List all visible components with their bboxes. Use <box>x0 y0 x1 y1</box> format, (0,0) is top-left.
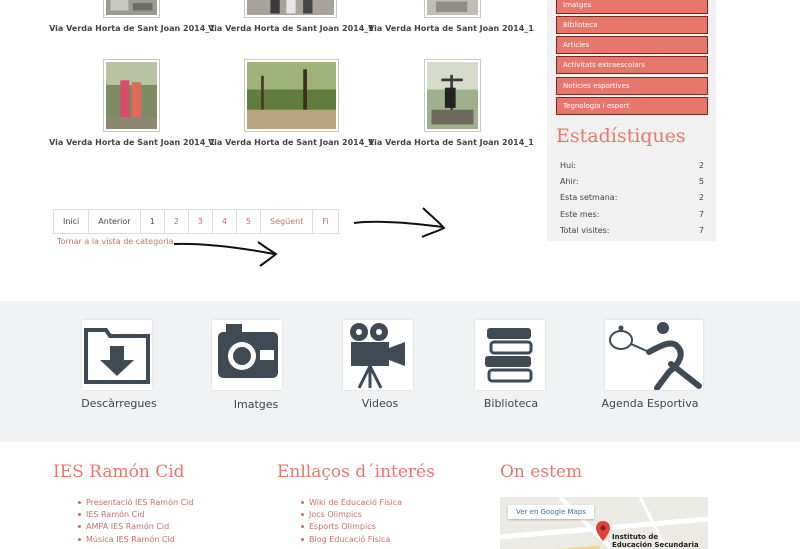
sidebar-item-tegnologia[interactable]: Tegnologia i esport <box>556 97 708 115</box>
sidebar-item-imatges[interactable]: Imatges <box>556 0 708 14</box>
camera-icon[interactable] <box>212 320 282 390</box>
gallery-caption: Via Verda Horta de Sant Joan 2014_1 <box>208 24 374 33</box>
pagination-previous[interactable]: Anterior <box>89 210 141 233</box>
gallery-thumb[interactable] <box>103 59 160 132</box>
footer-title-links: Enllaços d´interés <box>277 462 435 482</box>
arrow-annotation-icon <box>173 241 278 267</box>
sidebar-item-noticies[interactable]: Noticies esportives <box>556 77 708 95</box>
stat-row: Este mes: 7 <box>560 210 704 219</box>
gallery-thumb[interactable] <box>244 59 339 132</box>
feature-label-videos[interactable]: Videos <box>310 397 450 410</box>
gallery-caption: Via Verda Horta de Sant Joan 2014_1 <box>208 138 374 147</box>
photo-image <box>247 0 334 15</box>
gallery-thumb[interactable] <box>424 0 481 18</box>
feature-label-images[interactable]: Imatges <box>186 398 326 411</box>
photo-image <box>427 62 478 129</box>
pagination-page-2[interactable]: 2 <box>165 210 189 233</box>
footer-title-school: IES Ramón Cid <box>53 462 185 482</box>
film-projector-icon[interactable] <box>343 320 413 390</box>
footer-links-school: Presentació IES Ramón Cid IES Ramón Cid … <box>76 497 193 546</box>
pagination: Inici Anterior 1 2 3 4 5 Següent Fi <box>53 209 339 234</box>
footer-links-interest: Wiki de Educació Física Jocs Olimpics Es… <box>299 497 402 546</box>
footer-link[interactable]: Jocs Olimpics <box>299 509 402 521</box>
footer-link[interactable]: AMPA IES Ramón Cid <box>76 521 193 533</box>
stat-label: Esta setmana: <box>560 193 618 202</box>
map-place-label: Instituto de Educación Secundaria <box>612 533 699 549</box>
pagination-page-3[interactable]: 3 <box>189 210 213 233</box>
books-icon[interactable] <box>475 320 545 390</box>
feature-label-downloads[interactable]: Descàrregues <box>49 397 189 410</box>
location-map[interactable]: Ver en Google Maps Instituto de Educació… <box>500 497 708 549</box>
footer-title-location: On estem <box>500 462 583 482</box>
tennis-player-icon[interactable] <box>605 320 703 390</box>
stat-value: 2 <box>698 193 704 202</box>
photo-image <box>247 62 336 129</box>
pagination-page-4[interactable]: 4 <box>213 210 237 233</box>
feature-label-library[interactable]: Biblioteca <box>441 397 581 410</box>
pagination-page-1[interactable]: 1 <box>141 210 165 233</box>
view-google-maps-button[interactable]: Ver en Google Maps <box>508 505 594 519</box>
stat-value: 7 <box>698 210 704 219</box>
back-to-category-link[interactable]: Tornar a la vista de categoria <box>57 237 173 246</box>
gallery-caption: Via Verda Horta de Sant Joan 2014_1 <box>368 138 534 147</box>
stats-title: Estadístiques <box>556 125 686 147</box>
stat-label: Ahir: <box>560 177 579 186</box>
sidebar-item-articles[interactable]: Articles <box>556 36 708 54</box>
stat-value: 5 <box>698 177 704 186</box>
footer-link[interactable]: Presentació IES Ramón Cid <box>76 497 193 509</box>
pagination-next[interactable]: Següent <box>261 210 314 233</box>
gallery-thumb[interactable] <box>103 0 160 18</box>
feature-label-sports-agenda[interactable]: Agenda Esportiva <box>580 397 720 410</box>
stat-label: Hui: <box>560 161 577 170</box>
gallery-thumb[interactable] <box>244 0 337 18</box>
sidebar-item-activitats[interactable]: Activitats extraescolars <box>556 56 708 74</box>
stat-value: 2 <box>698 161 704 170</box>
stat-label: Total visites: <box>560 226 610 235</box>
footer-link[interactable]: Wiki de Educació Física <box>299 497 402 509</box>
gallery-thumb[interactable] <box>424 59 481 132</box>
page: Via Verda Horta de Sant Joan 2014_1 Via … <box>0 0 800 549</box>
gallery-caption: Via Verda Horta de Sant Joan 2014_1 <box>49 138 215 147</box>
map-pin-icon <box>596 521 610 541</box>
stat-value: 7 <box>698 226 704 235</box>
gallery-caption: Via Verda Horta de Sant Joan 2014_1 <box>368 24 534 33</box>
footer-link[interactable]: Blog Educació Física <box>299 534 402 546</box>
footer-link[interactable]: IES Ramón Cid <box>76 509 193 521</box>
stat-row: Hui: 2 <box>560 161 704 170</box>
pagination-first[interactable]: Inici <box>54 210 90 233</box>
stat-row: Esta setmana: 2 <box>560 193 704 202</box>
photo-image <box>106 0 157 15</box>
stat-row: Ahir: 5 <box>560 177 704 186</box>
sidebar-item-biblioteca[interactable]: Biblioteca <box>556 16 708 34</box>
arrow-annotation-icon <box>353 207 446 238</box>
photo-image <box>106 62 157 129</box>
footer-link[interactable]: Música IES Ramón Cid <box>76 534 193 546</box>
stat-label: Este mes: <box>560 210 600 219</box>
gallery-caption: Via Verda Horta de Sant Joan 2014_1 <box>49 24 215 33</box>
download-folder-icon[interactable] <box>82 320 152 390</box>
pagination-last[interactable]: Fi <box>313 210 337 233</box>
photo-image <box>427 0 478 15</box>
stat-row: Total visites: 7 <box>560 226 704 235</box>
pagination-page-5[interactable]: 5 <box>237 210 262 233</box>
footer-link[interactable]: Esports Olimpics <box>299 521 402 533</box>
